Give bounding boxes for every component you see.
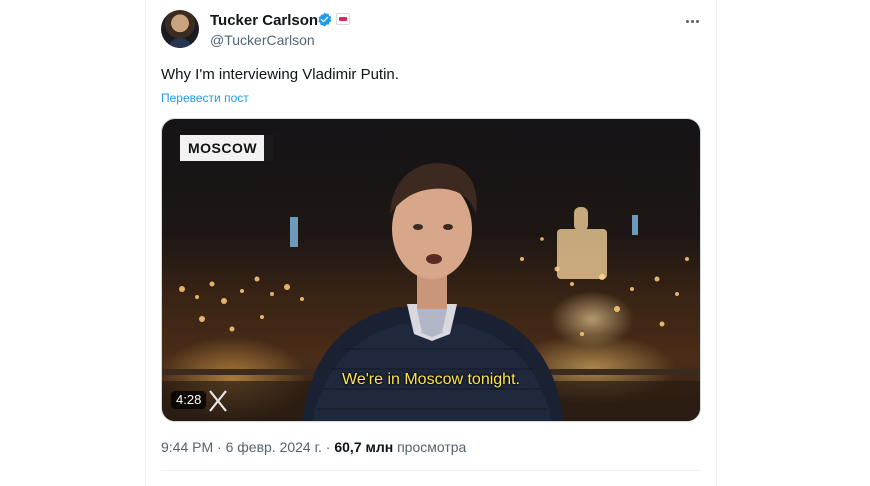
tweet-text: Why I'm interviewing Vladimir Putin. [161,66,399,83]
author-handle[interactable]: @TuckerCarlson [210,32,315,48]
tweet-card: Tucker Carlson @TuckerCarlson Why I'm in… [145,0,717,486]
x-logo-icon [209,390,227,412]
avatar[interactable] [161,10,199,48]
views-count: 60,7 млн [334,439,394,455]
video-player[interactable]: MOSCOW We're in Moscow tonight. 4:28 [161,118,701,422]
video-duration-badge: 4:28 [171,391,207,409]
meta-separator: · [321,439,335,455]
tweet-metadata: 9:44 PM · 6 февр. 2024 г. · 60,7 млн про… [161,439,466,455]
video-subtitle: We're in Moscow tonight. [342,371,520,388]
more-dots-icon[interactable] [682,11,702,31]
author-name[interactable]: Tucker Carlson [210,12,318,29]
meta-separator: · [213,439,226,455]
translate-post-link[interactable]: Перевести пост [161,91,249,105]
affiliate-badge-icon[interactable] [336,13,350,25]
divider [161,470,701,471]
views-label: просмотра [397,439,467,455]
tweet-time[interactable]: 9:44 PM [161,439,213,455]
verified-check-icon[interactable] [317,12,332,27]
tweet-date[interactable]: 6 февр. 2024 г. [226,439,322,455]
